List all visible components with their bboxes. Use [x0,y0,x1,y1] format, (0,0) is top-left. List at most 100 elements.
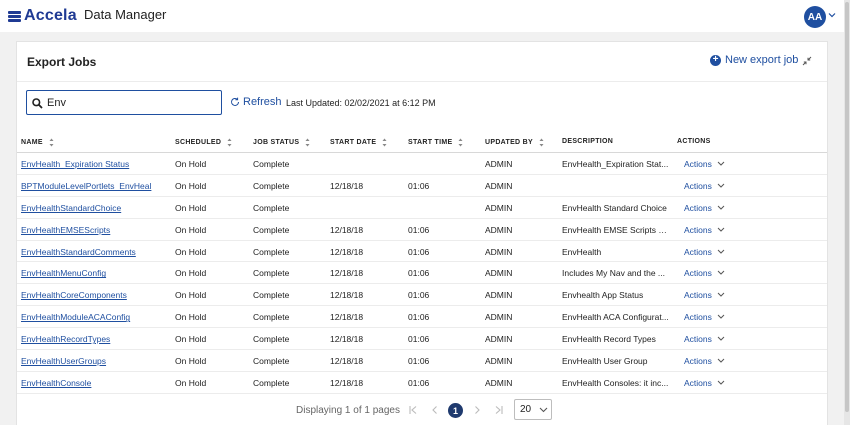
top-bar: Accela Data Manager AA [0,0,850,32]
updated-by-cell: ADMIN [485,334,513,345]
actions-dropdown[interactable]: Actions [684,203,725,213]
new-export-job-button[interactable]: + New export job [710,54,798,66]
chevron-down-icon [717,205,725,210]
scheduled-cell: On Hold [175,356,207,367]
column-header-job-status[interactable]: JOB STATUS [253,138,310,147]
description-cell: EnvHealth_Expiration Stat... [562,159,669,169]
table-row: EnvHealthStandardChoice On Hold Complete AD… [17,197,827,219]
updated-by-cell: ADMIN [485,246,513,257]
export-jobs-card: Export Jobs + New export job Refresh Las… [16,41,828,425]
chevron-down-icon [717,380,725,385]
actions-dropdown[interactable]: Actions [684,356,725,366]
start-date-cell: 12/18/18 [330,334,364,345]
start-date-cell: 12/18/18 [330,246,364,257]
description-cell: EnvHealth User Group [562,356,648,367]
actions-dropdown[interactable]: Actions [684,268,725,278]
actions-label: Actions [684,290,712,301]
app-title: Data Manager [84,7,167,22]
start-date-cell: 12/18/18 [330,356,364,367]
job-name-link[interactable]: EnvHealth_Expiration Status [21,159,169,169]
refresh-button[interactable]: Refresh [230,96,282,108]
job-name-link[interactable]: BPTModuleLevelPortlets_EnvHeal [21,181,169,191]
accela-logo[interactable]: Accela [8,7,77,25]
actions-dropdown[interactable]: Actions [684,159,725,169]
header-label: DESCRIPTION [562,138,614,145]
last-page-icon[interactable] [494,405,504,415]
table-body: EnvHealth_Expiration Status On Hold Comple… [17,153,827,394]
chevron-down-icon [717,314,725,319]
job-status-cell: Complete [253,202,290,213]
actions-label: Actions [684,377,712,388]
description-cell: EnvHealth [562,246,602,257]
job-status-cell: Complete [253,312,290,323]
column-header-updated-by[interactable]: UPDATED BY [485,138,544,147]
actions-dropdown[interactable]: Actions [684,225,725,235]
job-status-cell: Complete [253,334,290,345]
column-header-actions: ACTIONS [677,138,711,145]
collapse-icon[interactable] [802,56,812,66]
updated-by-cell: ADMIN [485,180,513,191]
column-header-name[interactable]: NAME [21,138,54,147]
header-label: UPDATED BY [485,139,533,146]
column-header-scheduled[interactable]: SCHEDULED [175,138,232,147]
user-avatar[interactable]: AA [804,6,826,28]
sort-icon [305,138,310,147]
job-name-link[interactable]: EnvHealthCoreComponents [21,290,169,300]
scrollbar-thumb[interactable] [845,2,849,412]
sort-icon [539,138,544,147]
refresh-icon [231,97,239,106]
start-time-cell: 01:06 [408,180,430,191]
actions-dropdown[interactable]: Actions [684,247,725,257]
header-label: NAME [21,139,43,146]
scheduled-cell: On Hold [175,180,207,191]
table-row: EnvHealthUserGroups On Hold Complete 12/18/… [17,350,827,372]
column-header-start-date[interactable]: START DATE [330,138,387,147]
prev-page-icon[interactable] [430,405,440,415]
job-name-link[interactable]: EnvHealthStandardChoice [21,203,169,213]
updated-by-cell: ADMIN [485,356,513,367]
job-status-cell: Complete [253,377,290,388]
current-page-button[interactable]: 1 [448,403,463,418]
header-label: ACTIONS [677,138,711,145]
job-name-link[interactable]: EnvHealthEMSEScripts [21,225,169,235]
search-input[interactable] [47,94,217,112]
job-name-link[interactable]: EnvHealthConsole [21,378,169,388]
job-name-link[interactable]: EnvHealthRecordTypes [21,334,169,344]
description-cell: EnvHealth ACA Configurat... [562,312,669,323]
logo-text: Accela [24,7,77,24]
updated-by-cell: ADMIN [485,159,513,169]
search-box[interactable] [26,90,222,115]
start-time-cell: 01:06 [408,224,430,235]
chevron-down-icon [717,271,725,276]
actions-dropdown[interactable]: Actions [684,290,725,300]
header-label: START DATE [330,139,377,146]
job-name-link[interactable]: EnvHealthUserGroups [21,356,169,366]
table-row: EnvHealthMenuConfig On Hold Complete 12/18/… [17,262,827,285]
chevron-down-icon [717,183,725,188]
last-updated-text: Last Updated: 02/02/2021 at 6:12 PM [286,98,436,108]
start-time-cell: 01:06 [408,334,430,345]
first-page-icon[interactable] [408,405,418,415]
actions-dropdown[interactable]: Actions [684,181,725,191]
actions-dropdown[interactable]: Actions [684,378,725,388]
export-jobs-table: NAME SCHEDULED JOB STATUS START DATE STA… [17,131,827,394]
search-icon [32,98,43,109]
actions-dropdown[interactable]: Actions [684,312,725,322]
description-cell: Includes My Nav and the ... [562,268,665,279]
sort-icon [227,138,232,147]
column-header-start-time[interactable]: START TIME [408,138,463,147]
job-name-link[interactable]: EnvHealthMenuConfig [21,268,169,278]
job-name-link[interactable]: EnvHealthModuleACAConfig [21,312,169,322]
description-cell: EnvHealth EMSE Scripts - ... [562,224,669,235]
start-date-cell: 12/18/18 [330,180,364,191]
page-size-select[interactable]: 20 [514,399,552,420]
start-time-cell: 01:06 [408,312,430,323]
table-row: BPTModuleLevelPortlets_EnvHeal On Hold Com… [17,175,827,197]
job-status-cell: Complete [253,290,290,301]
next-page-icon[interactable] [472,405,482,415]
job-status-cell: Complete [253,224,290,235]
actions-dropdown[interactable]: Actions [684,334,725,344]
updated-by-cell: ADMIN [485,290,513,301]
chevron-down-icon[interactable] [828,11,836,19]
job-name-link[interactable]: EnvHealthStandardComments [21,247,169,257]
